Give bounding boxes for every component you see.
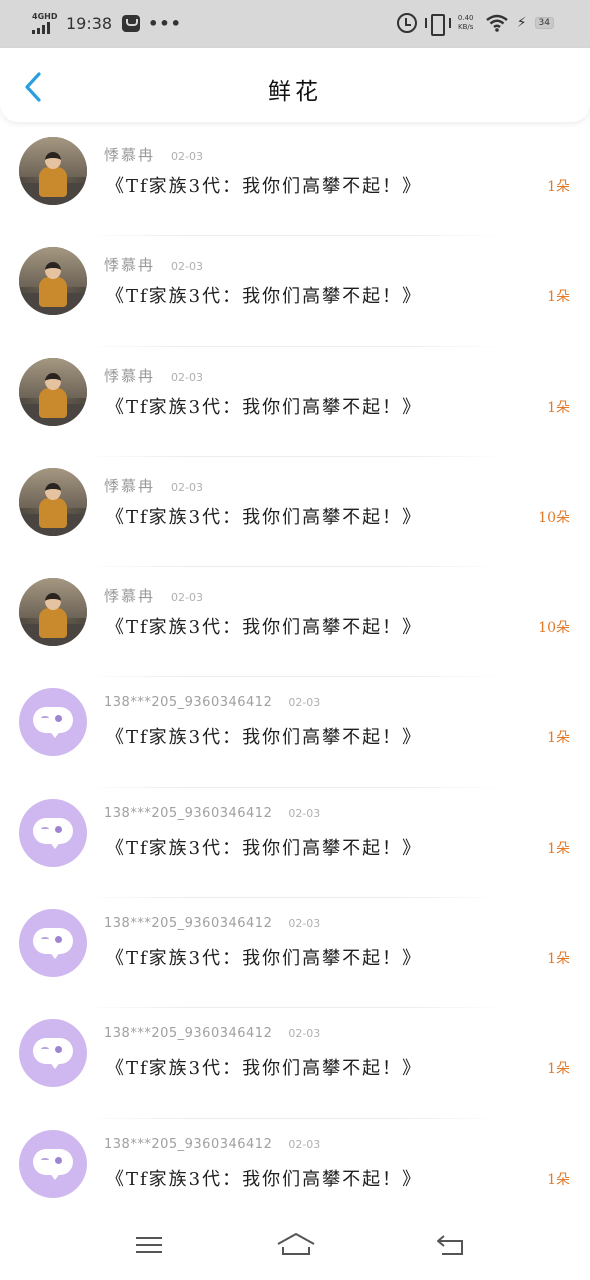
speed-unit: KB/s [458, 23, 474, 31]
item-date: 02-03 [171, 150, 203, 163]
flower-amount: 1朵 [547, 289, 570, 306]
avatar[interactable] [19, 798, 87, 867]
book-title[interactable]: 《Tf家族3代：我你们高攀不起！》 [106, 503, 422, 529]
menu-icon [136, 1237, 162, 1253]
list-item[interactable]: 138***205_9360346412 02-03 《Tf家族3代：我你们高攀不… [0, 1008, 590, 1119]
user-name[interactable]: 138***205_9360346412 [104, 916, 272, 931]
home-icon [277, 1233, 315, 1255]
user-name[interactable]: 138***205_9360346412 [104, 806, 272, 821]
user-name[interactable]: 悸慕冉 [104, 585, 155, 606]
list-item[interactable]: 悸慕冉 02-03 《Tf家族3代：我你们高攀不起！》 10朵 [0, 457, 590, 568]
avatar[interactable] [19, 357, 87, 426]
status-left: 4GHD 19:38 ••• [32, 10, 182, 36]
flower-records-list: 悸慕冉 02-03 《Tf家族3代：我你们高攀不起！》 1朵 悸慕冉 02-03 《… [0, 126, 590, 1229]
vibrate-icon [424, 13, 451, 36]
user-name[interactable]: 悸慕冉 [104, 475, 155, 496]
flower-amount: 1朵 [547, 1061, 570, 1078]
wifi-icon [485, 13, 509, 33]
list-item[interactable]: 138***205_9360346412 02-03 《Tf家族3代：我你们高攀不… [0, 788, 590, 899]
book-title[interactable]: 《Tf家族3代：我你们高攀不起！》 [106, 1054, 422, 1080]
book-title[interactable]: 《Tf家族3代：我你们高攀不起！》 [106, 613, 422, 639]
flower-amount: 10朵 [538, 509, 570, 526]
system-nav-bar [0, 1222, 590, 1280]
user-name[interactable]: 悸慕冉 [104, 144, 155, 165]
item-date: 02-03 [171, 260, 203, 274]
book-title[interactable]: 《Tf家族3代：我你们高攀不起！》 [106, 282, 422, 308]
network-indicator: 4GHD [32, 12, 60, 34]
book-title[interactable]: 《Tf家族3代：我你们高攀不起！》 [106, 1165, 422, 1191]
list-item[interactable]: 138***205_9360346412 02-03 《Tf家族3代：我你们高攀不… [0, 898, 590, 1009]
item-date: 02-03 [288, 1027, 321, 1041]
flower-amount: 1朵 [547, 951, 570, 968]
avatar[interactable] [19, 578, 87, 647]
avatar[interactable] [19, 688, 87, 757]
status-right: 0.40 KB/s ⚡ 34 [396, 10, 554, 36]
flower-amount: 1朵 [547, 399, 570, 416]
list-item[interactable]: 悸慕冉 02-03 《Tf家族3代：我你们高攀不起！》 1朵 [0, 236, 590, 347]
page-title: 鲜花 [268, 79, 322, 105]
battery-level: 34 [534, 17, 554, 29]
item-date: 02-03 [288, 1137, 321, 1151]
user-name[interactable]: 138***205_9360346412 [104, 695, 272, 710]
status-time: 19:38 [66, 13, 113, 33]
book-title[interactable]: 《Tf家族3代：我你们高攀不起！》 [106, 393, 422, 419]
return-icon [437, 1235, 463, 1255]
avatar[interactable] [19, 137, 87, 205]
list-item[interactable]: 悸慕冉 02-03 《Tf家族3代：我你们高攀不起！》 1朵 [0, 347, 590, 457]
return-button[interactable] [432, 1230, 472, 1262]
item-date: 02-03 [288, 696, 321, 710]
item-date: 02-03 [288, 917, 321, 931]
item-date: 02-03 [288, 806, 321, 820]
book-title[interactable]: 《Tf家族3代：我你们高攀不起！》 [106, 723, 422, 749]
item-date: 02-03 [171, 591, 203, 605]
status-bar: 4GHD 19:38 ••• 0.40 KB/s ⚡ 34 [0, 0, 590, 48]
list-item[interactable]: 悸慕冉 02-03 《Tf家族3代：我你们高攀不起！》 1朵 [0, 126, 590, 237]
flower-amount: 1朵 [547, 840, 570, 857]
user-name[interactable]: 138***205_9360346412 [104, 1137, 272, 1152]
item-date: 02-03 [171, 370, 203, 384]
avatar[interactable] [19, 909, 87, 978]
avatar[interactable] [19, 467, 87, 536]
flower-amount: 1朵 [547, 179, 570, 195]
list-item[interactable]: 悸慕冉 02-03 《Tf家族3代：我你们高攀不起！》 10朵 [0, 567, 590, 678]
charging-icon: ⚡ [516, 15, 527, 31]
book-title[interactable]: 《Tf家族3代：我你们高攀不起！》 [106, 944, 422, 970]
signal-icon [32, 22, 50, 34]
user-name[interactable]: 悸慕冉 [104, 254, 155, 275]
menu-button[interactable] [132, 1230, 172, 1262]
flower-amount: 10朵 [538, 620, 570, 637]
alarm-icon [396, 13, 417, 33]
book-title[interactable]: 《Tf家族3代：我你们高攀不起！》 [106, 834, 422, 860]
speed-value: 0.40 [457, 14, 474, 22]
item-date: 02-03 [171, 480, 203, 494]
more-notifications-icon: ••• [148, 13, 182, 33]
avatar[interactable] [19, 1019, 87, 1088]
avatar[interactable] [19, 247, 87, 316]
network-label: 4GHD [32, 12, 58, 21]
book-title[interactable]: 《Tf家族3代：我你们高攀不起！》 [106, 172, 422, 198]
network-speed: 0.40 KB/s [455, 14, 477, 32]
user-name[interactable]: 138***205_9360346412 [104, 1026, 272, 1041]
avatar[interactable] [19, 1129, 87, 1198]
list-item[interactable]: 138***205_9360346412 02-03 《Tf家族3代：我你们高攀不… [0, 1119, 590, 1229]
flower-amount: 1朵 [547, 730, 570, 747]
home-button[interactable] [276, 1230, 316, 1262]
user-name[interactable]: 悸慕冉 [104, 365, 155, 386]
flower-amount: 1朵 [547, 1171, 570, 1188]
message-notification-icon [122, 14, 141, 32]
list-item[interactable]: 138***205_9360346412 02-03 《Tf家族3代：我你们高攀不… [0, 677, 590, 788]
app-header: 鲜花 [0, 48, 590, 122]
